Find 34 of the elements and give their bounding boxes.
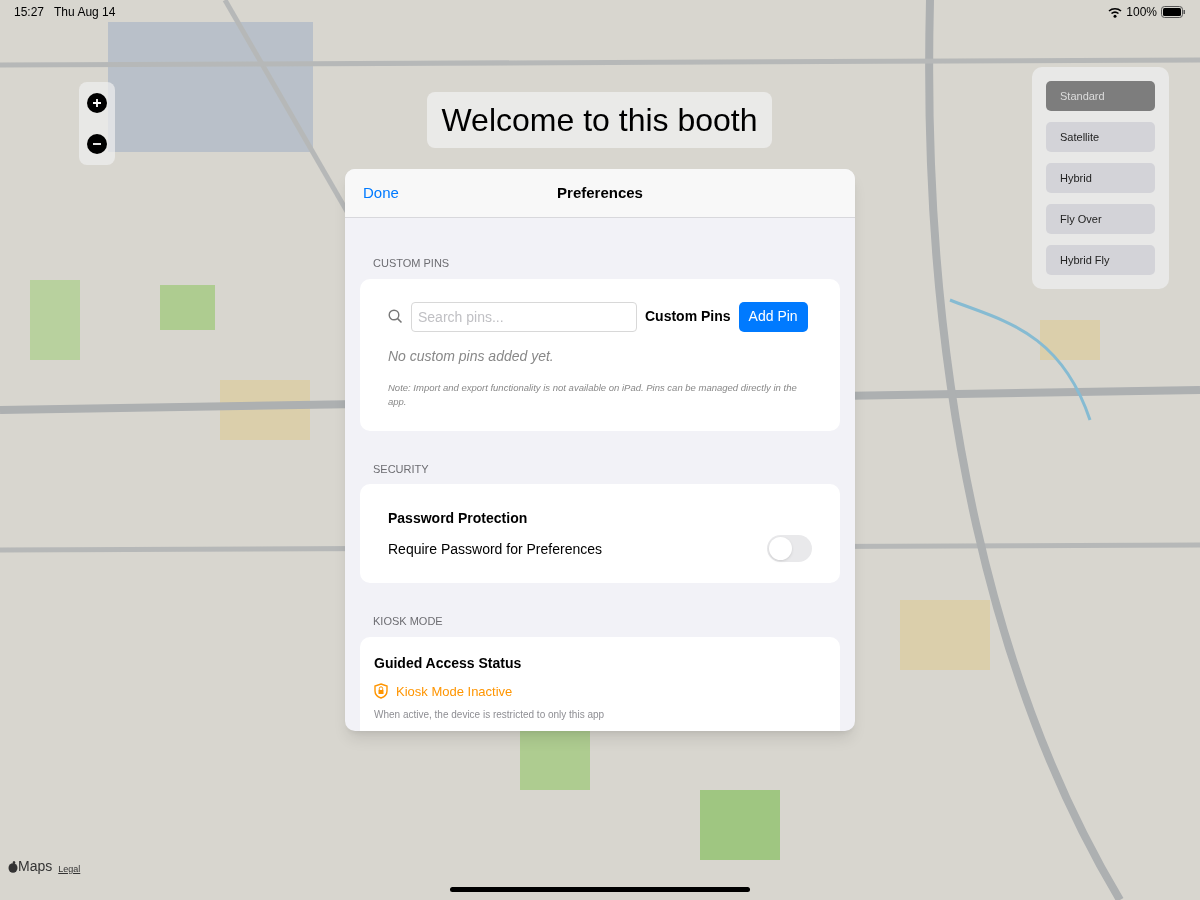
map-type-button[interactable]: Satellite bbox=[1046, 122, 1155, 152]
section-header: CUSTOM PINS bbox=[372, 256, 451, 271]
password-title: Password Protection bbox=[388, 508, 529, 528]
password-label: Require Password for Preferences bbox=[388, 539, 602, 559]
section-header: KIOSK MODE bbox=[372, 614, 444, 629]
search-icon bbox=[388, 309, 403, 324]
kiosk-note: When active, the device is restricted to only this app bbox=[374, 708, 605, 722]
kiosk-status: Kiosk Mode Inactive bbox=[396, 682, 513, 701]
welcome-banner: Welcome to this booth bbox=[427, 92, 772, 148]
shield-lock-icon bbox=[374, 683, 388, 700]
status-time: 15:27 bbox=[14, 4, 45, 21]
legal-link[interactable]: Legal bbox=[58, 862, 81, 877]
kiosk-title: Guided Access Status bbox=[374, 653, 522, 673]
logo-icon bbox=[8, 860, 18, 873]
search-field[interactable]: Search pins... bbox=[411, 301, 637, 332]
add-pin-button[interactable]: Add Pin bbox=[738, 301, 808, 332]
status-date: Thu Aug 14 bbox=[54, 4, 116, 21]
zoom-in-button[interactable] bbox=[87, 92, 107, 113]
sheet-title: Preferences bbox=[557, 182, 643, 203]
zoom-out-button[interactable] bbox=[87, 134, 107, 155]
note-text: Note: Import and export functionality is not available on iPad. Pins can be managed directly in the app. bbox=[388, 380, 798, 409]
map-type-button[interactable]: Fly Over bbox=[1046, 204, 1155, 234]
wifi-icon bbox=[1108, 6, 1123, 18]
custom-pins-title: Custom Pins bbox=[645, 307, 731, 326]
empty-message: No custom pins added yet. bbox=[388, 346, 555, 366]
map-type-button[interactable]: Hybrid Fly bbox=[1046, 245, 1155, 275]
battery-percent: 100% bbox=[1126, 4, 1157, 21]
plus-icon bbox=[92, 97, 102, 108]
password-toggle[interactable] bbox=[767, 535, 812, 562]
brand-label: Maps bbox=[18, 857, 53, 876]
battery-icon bbox=[1161, 6, 1186, 18]
map-type-button[interactable]: Hybrid bbox=[1046, 163, 1155, 193]
section-header: SECURITY bbox=[372, 461, 430, 477]
done-button[interactable]: Done bbox=[363, 181, 399, 205]
